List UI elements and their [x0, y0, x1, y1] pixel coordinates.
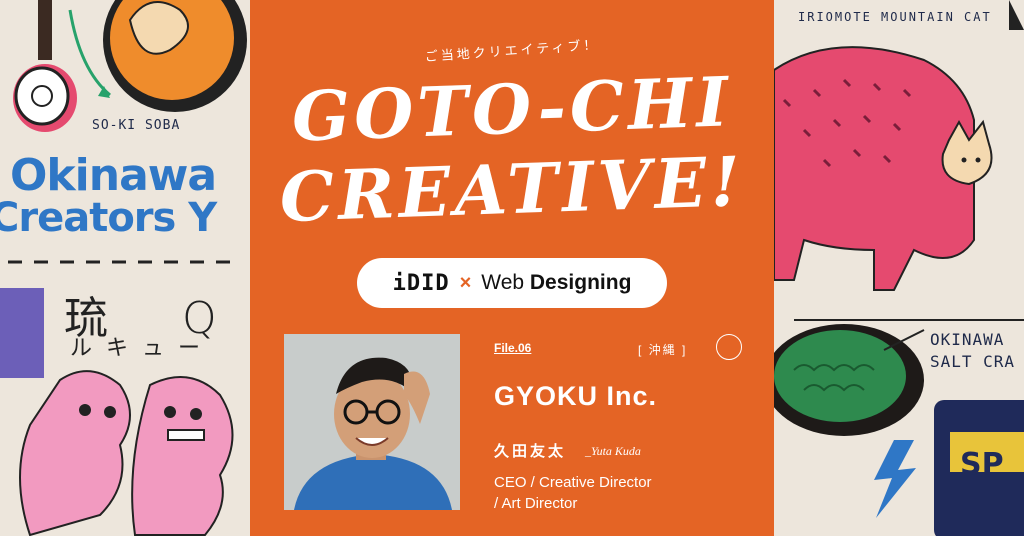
profile-photo [284, 334, 460, 510]
web-designing-bold: Designing [529, 271, 632, 294]
shisa-icon [19, 370, 234, 536]
banner: SO-KI SOBA Okinawa Creators Y 琉 Q ルキュー ご… [0, 0, 1024, 536]
soba-label: SO-KI SOBA [92, 118, 181, 133]
cross-mark: × [459, 271, 472, 294]
salt-label-2: SALT CRA [930, 352, 1016, 371]
left-illustration [0, 0, 247, 536]
title-line-2: CREATIVE! [278, 141, 746, 239]
person-photo-icon [284, 334, 460, 510]
right-illustration-panel: IRIOMOTE MOUNTAIN CAT OKINAWA SALT CRA S… [774, 0, 1024, 536]
role-line-2: / Art Director [494, 495, 578, 512]
region-label: [ 沖縄 ] [638, 343, 688, 357]
left-illustration-panel: SO-KI SOBA Okinawa Creators Y 琉 Q ルキュー [0, 0, 250, 536]
okinawa-subtitle: Creators Y [0, 195, 217, 241]
person-name-en: _Yuta Kuda [585, 444, 641, 458]
web-designing-light: Web [481, 271, 530, 294]
okinawa-title: Okinawa [10, 150, 217, 201]
can-label: SP [960, 447, 1004, 482]
center-panel: ご当地クリエイティブ！ GOTO-CHI CREATIVE! iDID × We… [250, 0, 774, 536]
soba-bowl-icon [103, 0, 247, 112]
collab-badge: iDID × Web Designing [357, 258, 667, 308]
role-line-1: CEO / Creative Director [494, 474, 652, 491]
region-map-icon [716, 334, 742, 360]
company-name: GYOKU Inc. [494, 381, 658, 411]
ryu-kana: ルキュー [70, 336, 215, 361]
file-number: File.06 [494, 341, 532, 355]
iriomote-cat-icon [774, 0, 1024, 291]
cat-label: IRIOMOTE MOUNTAIN CAT [798, 10, 992, 24]
salt-label-1: OKINAWA [930, 330, 1005, 349]
person-name-ja: 久田友太 [494, 443, 567, 460]
web-designing-logo: Web Designing [481, 271, 631, 295]
sanshin-icon [13, 0, 77, 132]
lightning-icon [874, 440, 916, 518]
purple-block [0, 288, 44, 378]
idid-logo: iDID [392, 270, 450, 296]
